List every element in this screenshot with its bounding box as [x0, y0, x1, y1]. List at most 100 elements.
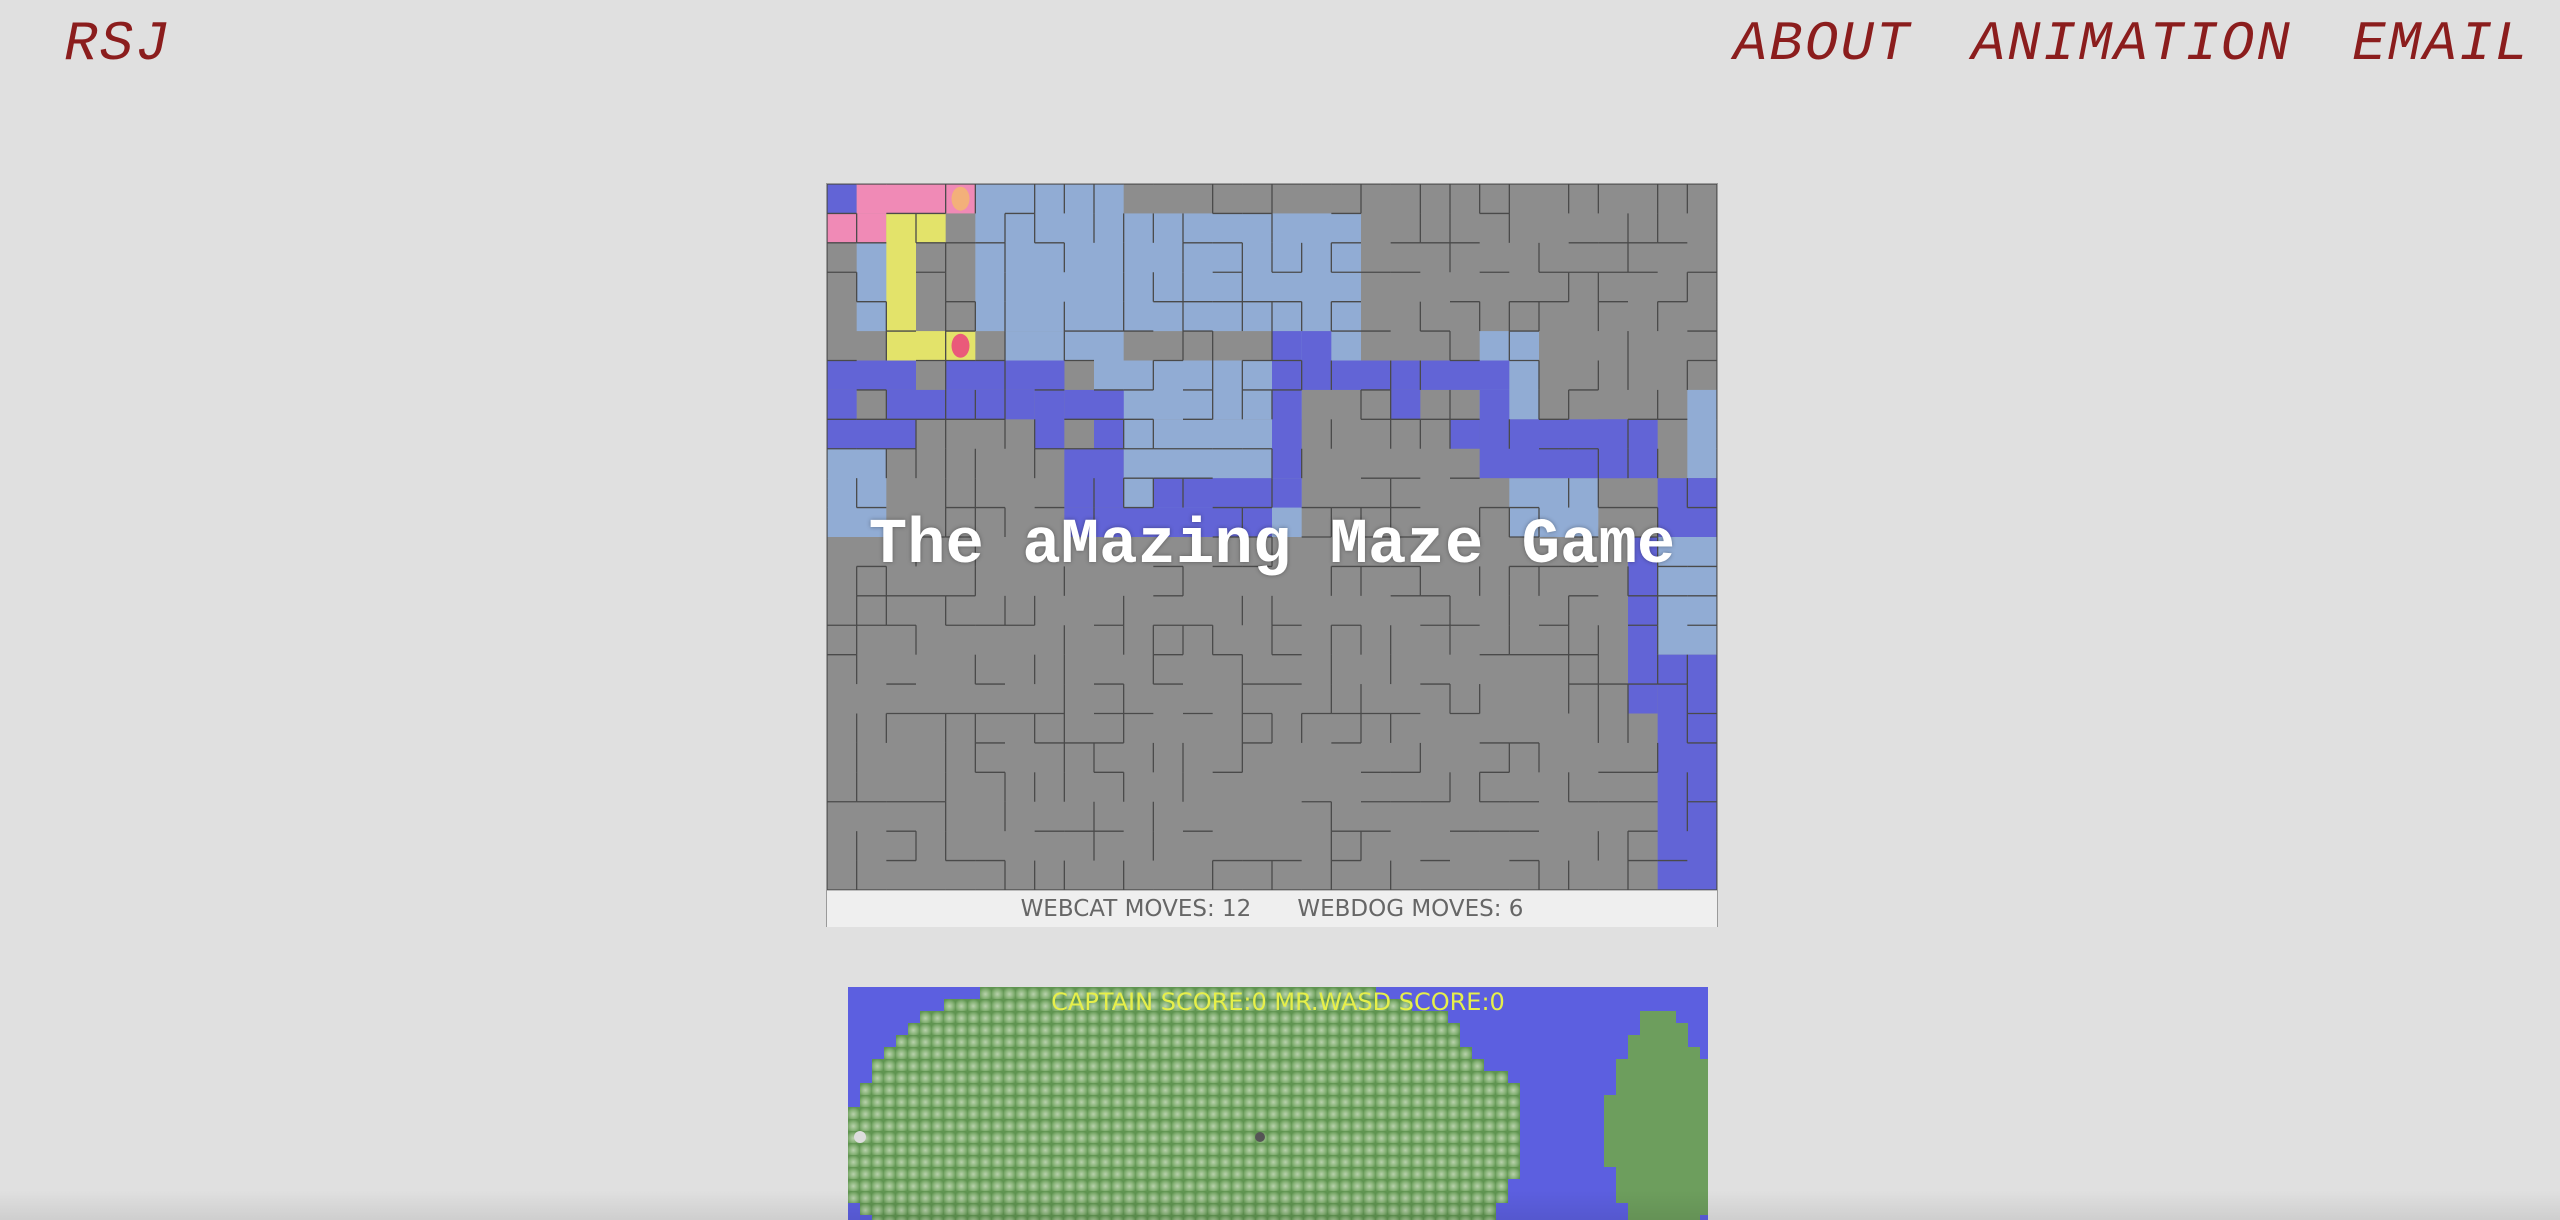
land-tile [1700, 1071, 1708, 1083]
land-tile [1004, 1071, 1016, 1083]
land-tile [1676, 1047, 1688, 1059]
land-tile [1184, 1203, 1196, 1215]
land-tile [992, 1107, 1004, 1119]
land-tile [1088, 1131, 1100, 1143]
nav-link-animation[interactable]: ANIMATION [1972, 12, 2292, 76]
land-tile [944, 1191, 956, 1203]
land-tile [944, 1215, 956, 1220]
land-tile [1340, 1167, 1352, 1179]
land-tile [1088, 1203, 1100, 1215]
land-tile [1124, 1059, 1136, 1071]
land-tile [1304, 1047, 1316, 1059]
land-tile [1040, 1023, 1052, 1035]
land-tile [968, 1023, 980, 1035]
land-tile [1232, 1047, 1244, 1059]
land-tile [1688, 1071, 1700, 1083]
land-tile [1100, 1191, 1112, 1203]
land-tile [1184, 1023, 1196, 1035]
land-tile [908, 1143, 920, 1155]
land-tile [1112, 1071, 1124, 1083]
top-nav: ABOUT ANIMATION EMAIL [1733, 12, 2530, 76]
land-tile [1352, 1155, 1364, 1167]
land-tile [1208, 1203, 1220, 1215]
land-tile [1064, 1191, 1076, 1203]
land-tile [920, 1095, 932, 1107]
land-tile [896, 1071, 908, 1083]
land-tile [1472, 1083, 1484, 1095]
land-tile [1256, 1155, 1268, 1167]
land-tile [1196, 1203, 1208, 1215]
land-tile [1172, 1215, 1184, 1220]
land-tile [1160, 1083, 1172, 1095]
land-tile [1472, 1143, 1484, 1155]
land-tile [1628, 1143, 1640, 1155]
land-tile [1004, 1119, 1016, 1131]
land-tile [1364, 1215, 1376, 1220]
land-tile [1052, 1023, 1064, 1035]
maze-game-card[interactable]: The aMazing Maze Game WEBCAT MOVES: 12 W… [826, 183, 1718, 927]
land-tile [1172, 1167, 1184, 1179]
land-tile [1280, 1143, 1292, 1155]
land-tile [1328, 1071, 1340, 1083]
land-tile [1088, 1023, 1100, 1035]
land-tile [1220, 1215, 1232, 1220]
land-tile [1316, 1179, 1328, 1191]
land-tile [1124, 1203, 1136, 1215]
land-tile [1220, 1023, 1232, 1035]
land-tile [932, 1035, 944, 1047]
nav-link-email[interactable]: EMAIL [2352, 12, 2530, 76]
island-game-card[interactable]: CAPTAIN SCORE:0 MR.WASD SCORE:0 [848, 987, 1708, 1220]
site-logo[interactable]: RSJ [64, 12, 171, 76]
land-tile [1220, 1155, 1232, 1167]
land-tile [896, 1119, 908, 1131]
land-tile [848, 1191, 860, 1203]
land-tile [1196, 1035, 1208, 1047]
land-tile [1640, 1143, 1652, 1155]
land-tile [1424, 1023, 1436, 1035]
land-tile [1604, 1107, 1616, 1119]
land-tile [1412, 1119, 1424, 1131]
land-tile [1412, 1143, 1424, 1155]
land-tile [992, 1155, 1004, 1167]
land-tile [1652, 1083, 1664, 1095]
land-tile [1184, 1131, 1196, 1143]
land-tile [956, 1035, 968, 1047]
land-tile [980, 1215, 992, 1220]
land-tile [992, 1191, 1004, 1203]
land-tile [848, 1155, 860, 1167]
land-tile [908, 1083, 920, 1095]
land-tile [1148, 1143, 1160, 1155]
land-tile [1424, 1191, 1436, 1203]
land-tile [1196, 1071, 1208, 1083]
land-tile [1616, 1107, 1628, 1119]
land-tile [1064, 1179, 1076, 1191]
land-tile [1364, 1203, 1376, 1215]
land-tile [1196, 1047, 1208, 1059]
land-tile [1112, 1215, 1124, 1220]
land-tile [1160, 1107, 1172, 1119]
nav-link-about[interactable]: ABOUT [1733, 12, 1911, 76]
land-tile [1112, 1083, 1124, 1095]
land-tile [1484, 1071, 1496, 1083]
land-tile [1604, 1131, 1616, 1143]
land-tile [1028, 1071, 1040, 1083]
land-tile [1496, 1155, 1508, 1167]
land-tile [1484, 1203, 1496, 1215]
land-tile [1136, 1155, 1148, 1167]
land-tile [1172, 1143, 1184, 1155]
land-tile [1208, 1131, 1220, 1143]
land-tile [1700, 1203, 1708, 1215]
land-tile [1244, 1203, 1256, 1215]
land-tile [1448, 1191, 1460, 1203]
maze-game-title: The aMazing Maze Game [868, 510, 1676, 582]
land-tile [1136, 1167, 1148, 1179]
land-tile [1364, 1179, 1376, 1191]
land-tile [1232, 1095, 1244, 1107]
land-tile [1100, 1023, 1112, 1035]
land-tile [1388, 1155, 1400, 1167]
land-tile [1652, 1131, 1664, 1143]
land-tile [1448, 1083, 1460, 1095]
land-tile [1112, 1047, 1124, 1059]
land-tile [1232, 1155, 1244, 1167]
land-tile [956, 1023, 968, 1035]
